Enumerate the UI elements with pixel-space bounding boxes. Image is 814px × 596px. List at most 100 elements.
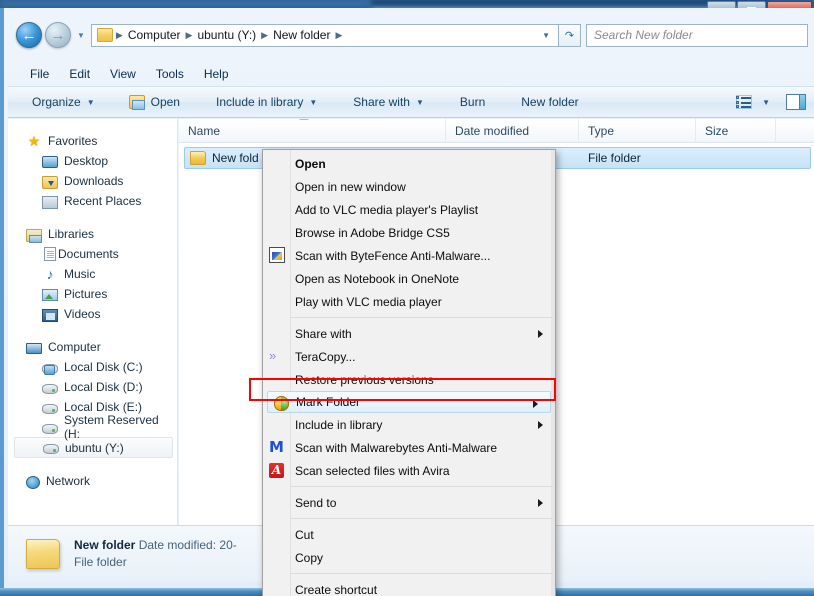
menu-item-open-as-notebook-onenote[interactable]: Open as Notebook in OneNote xyxy=(263,267,555,290)
column-header-size[interactable]: Size xyxy=(696,119,776,143)
menu-item-share-with[interactable]: Share with xyxy=(263,322,555,345)
column-header-row: Name Date modified Type Size xyxy=(179,119,814,143)
organize-button[interactable]: Organize ▼ xyxy=(22,88,105,116)
sidebar-item-pictures[interactable]: Pictures xyxy=(8,284,177,304)
nav-label-pictures: Pictures xyxy=(64,287,108,301)
menu-item-play-with-vlc-label: Play with VLC media player xyxy=(295,294,442,309)
menu-item-add-to-vlc-playlist[interactable]: Add to VLC media player's Playlist xyxy=(263,198,555,221)
breadcrumb-computer[interactable]: Computer xyxy=(124,26,185,44)
sidebar-item-network[interactable]: Network xyxy=(8,471,177,491)
menu-item-teracopy[interactable]: » TeraCopy... xyxy=(263,345,555,368)
sidebar-item-downloads[interactable]: Downloads xyxy=(8,171,177,191)
menu-file[interactable]: File xyxy=(20,65,59,83)
menu-help[interactable]: Help xyxy=(194,65,239,83)
music-icon: ♪ xyxy=(46,266,54,282)
menu-item-include-in-library-label: Include in library xyxy=(295,417,383,432)
nav-label-network: Network xyxy=(46,474,91,488)
sidebar-item-documents[interactable]: Documents xyxy=(8,244,177,264)
details-name: New folder xyxy=(74,538,136,552)
menu-item-scan-with-malwarebytes[interactable]: M Scan with Malwarebytes Anti-Malware xyxy=(263,436,555,459)
open-label: Open xyxy=(150,95,180,109)
libraries-icon xyxy=(26,228,42,243)
toolbar-right-group: ▼ xyxy=(736,94,814,110)
new-folder-button[interactable]: New folder xyxy=(511,88,588,116)
change-view-button[interactable]: ▼ xyxy=(736,95,770,109)
teracopy-icon: » xyxy=(269,348,276,363)
menu-item-mark-folder[interactable]: Mark Folder xyxy=(267,391,551,413)
menu-view[interactable]: View xyxy=(100,65,146,83)
share-with-button[interactable]: Share with ▼ xyxy=(343,88,434,116)
nav-group-libraries[interactable]: Libraries xyxy=(8,224,177,244)
menu-separator xyxy=(291,486,553,487)
open-folder-icon xyxy=(128,95,145,110)
sidebar-item-local-disk-c[interactable]: Local Disk (C:) xyxy=(8,357,177,377)
context-menu[interactable]: Open Open in new window Add to VLC media… xyxy=(262,149,556,596)
nav-label-documents: Documents xyxy=(58,247,119,261)
column-header-name[interactable]: Name xyxy=(179,119,446,143)
nav-label-local-disk-e: Local Disk (E:) xyxy=(64,400,143,414)
folder-icon xyxy=(26,539,60,569)
menu-separator xyxy=(291,573,553,574)
breadcrumb-ubuntu-y[interactable]: ubuntu (Y:) xyxy=(193,26,260,44)
menu-item-send-to[interactable]: Send to xyxy=(263,491,555,514)
nav-label-desktop: Desktop xyxy=(64,154,109,168)
folder-icon xyxy=(190,151,206,165)
navigation-pane[interactable]: ★ Favorites Desktop Downloads Recent Pla… xyxy=(8,119,178,525)
include-in-library-button[interactable]: Include in library ▼ xyxy=(206,88,327,116)
sidebar-item-videos[interactable]: Videos xyxy=(8,304,177,324)
history-dropdown-icon[interactable]: ▼ xyxy=(77,31,85,40)
breadcrumb-separator-icon: ▶ xyxy=(335,29,343,40)
menu-item-create-shortcut[interactable]: Create shortcut xyxy=(263,578,555,596)
menu-item-include-in-library[interactable]: Include in library xyxy=(263,413,555,436)
menu-item-scan-with-avira[interactable]: A Scan selected files with Avira xyxy=(263,459,555,482)
disk-icon xyxy=(42,383,58,394)
breadcrumb[interactable]: ▶ Computer ▶ ubuntu (Y:) ▶ New folder ▶ … xyxy=(90,23,559,47)
sidebar-item-system-reserved-h[interactable]: System Reserved (H: xyxy=(8,413,177,441)
menu-item-browse-in-adobe-bridge[interactable]: Browse in Adobe Bridge CS5 xyxy=(263,221,555,244)
chevron-down-icon[interactable]: ▼ xyxy=(542,31,556,40)
menu-edit[interactable]: Edit xyxy=(59,65,100,83)
menu-item-restore-previous-versions[interactable]: Restore previous versions xyxy=(263,368,555,391)
menu-item-open[interactable]: Open xyxy=(263,152,555,175)
sidebar-item-local-disk-d[interactable]: Local Disk (D:) xyxy=(8,377,177,397)
address-bar-row: ← → ▼ ▶ Computer ▶ ubuntu (Y:) ▶ New fol… xyxy=(8,16,814,54)
menu-item-play-with-vlc[interactable]: Play with VLC media player xyxy=(263,290,555,313)
details-text: New folder Date modified: 20- File folde… xyxy=(74,537,237,571)
submenu-arrow-icon xyxy=(538,421,543,429)
computer-icon xyxy=(26,342,42,354)
sort-ascending-icon xyxy=(299,119,309,120)
nav-label-libraries: Libraries xyxy=(48,227,95,241)
column-header-type[interactable]: Type xyxy=(579,119,696,143)
column-header-date-modified[interactable]: Date modified xyxy=(446,119,579,143)
submenu-arrow-icon xyxy=(538,330,543,338)
nav-group-favorites[interactable]: ★ Favorites xyxy=(8,131,177,151)
back-button[interactable]: ← xyxy=(16,22,42,48)
search-input[interactable]: Search New folder xyxy=(586,23,808,47)
include-in-library-label: Include in library xyxy=(215,95,304,109)
folder-icon xyxy=(96,28,113,42)
breadcrumb-separator-icon: ▶ xyxy=(115,29,123,40)
forward-button[interactable]: → xyxy=(45,22,71,48)
disk-icon xyxy=(42,423,58,434)
breadcrumb-new-folder[interactable]: New folder xyxy=(269,26,334,44)
preview-pane-button[interactable] xyxy=(786,94,806,110)
menu-item-scan-with-bytefence[interactable]: Scan with ByteFence Anti-Malware... xyxy=(263,244,555,267)
chevron-down-icon[interactable]: ▼ xyxy=(762,98,770,107)
sidebar-item-music[interactable]: ♪ Music xyxy=(8,264,177,284)
menu-item-copy[interactable]: Copy xyxy=(263,546,555,569)
nav-label-local-disk-c: Local Disk (C:) xyxy=(64,360,143,374)
menu-item-cut[interactable]: Cut xyxy=(263,523,555,546)
sidebar-item-desktop[interactable]: Desktop xyxy=(8,151,177,171)
menu-item-open-in-new-window[interactable]: Open in new window xyxy=(263,175,555,198)
submenu-arrow-icon xyxy=(538,499,543,507)
refresh-button[interactable]: ↷ xyxy=(559,23,581,47)
burn-button[interactable]: Burn xyxy=(450,88,495,116)
menu-item-browse-in-adobe-bridge-label: Browse in Adobe Bridge CS5 xyxy=(295,225,450,240)
sidebar-item-recent-places[interactable]: Recent Places xyxy=(8,191,177,211)
menu-item-restore-previous-versions-label: Restore previous versions xyxy=(295,372,434,387)
open-button[interactable]: Open xyxy=(119,88,190,116)
nav-group-computer[interactable]: Computer xyxy=(8,337,177,357)
menu-tools[interactable]: Tools xyxy=(146,65,194,83)
recent-places-icon xyxy=(42,195,58,209)
